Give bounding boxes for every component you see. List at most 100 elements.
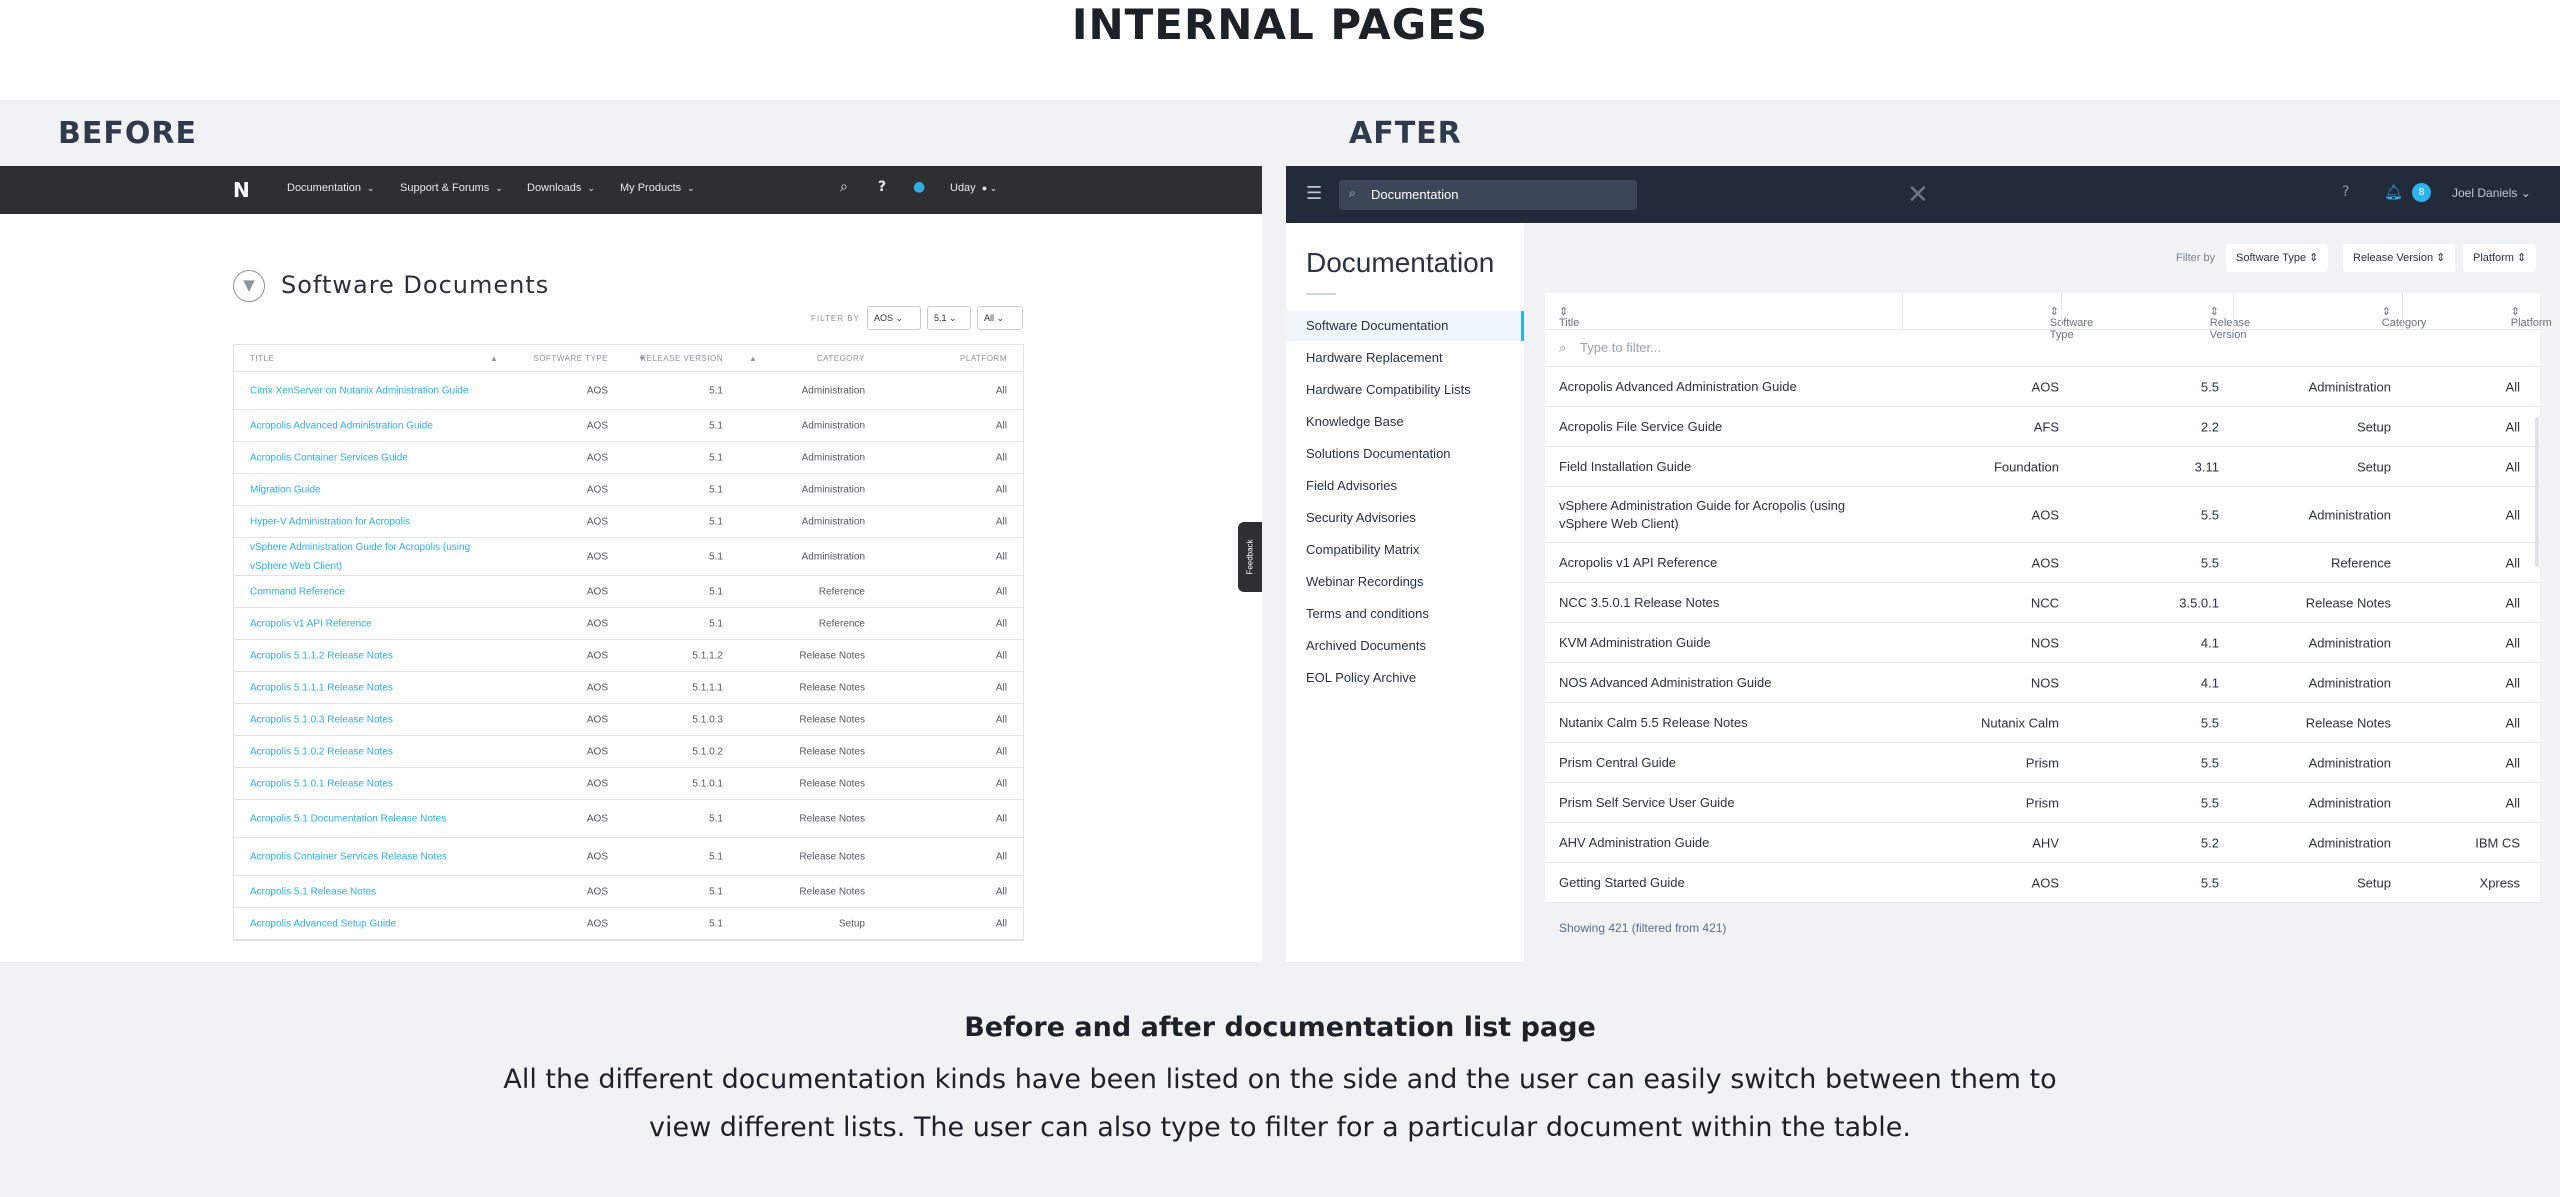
nutanix-x-logo[interactable]: ✕ [1907, 180, 1929, 210]
table-row[interactable]: Acropolis 5.1.0.1 Release Notes AOS 5.1.0.… [234, 768, 1023, 800]
table-row[interactable]: Acropolis 5.1.0.2 Release Notes AOS 5.1.0.… [234, 736, 1023, 768]
cell-title[interactable]: Nutanix Calm 5.5 Release Notes [1559, 714, 1849, 732]
table-row[interactable]: Acropolis File Service Guide AFS 2.2 Setup A… [1545, 407, 2540, 447]
cell-title[interactable]: Acropolis 5.1.1.2 Release Notes [250, 646, 480, 665]
cell-title[interactable]: Prism Self Service User Guide [1559, 794, 1849, 812]
table-row[interactable]: vSphere Administration Guide for Acropol… [234, 538, 1023, 576]
search-icon[interactable]: ⌕ [840, 179, 848, 195]
cell-title[interactable]: Command Reference [250, 582, 480, 601]
cell-title[interactable]: Field Installation Guide [1559, 458, 1849, 476]
cell-title[interactable]: Getting Started Guide [1559, 874, 1849, 892]
col-software-type[interactable]: Software Type ⇕ [2050, 305, 2093, 341]
sidebar-item-hardware-replacement[interactable]: Hardware Replacement [1286, 343, 1524, 373]
sidebar-item-compatibility-matrix[interactable]: Compatibility Matrix [1286, 535, 1524, 565]
cell-title[interactable]: Acropolis 5.1 Documentation Release Note… [250, 809, 480, 828]
col-title[interactable]: Title ⇕ [1559, 305, 1579, 329]
help-icon[interactable]: ? [878, 179, 886, 195]
cell-title[interactable]: Acropolis 5.1.0.2 Release Notes [250, 742, 480, 761]
nav-documentation[interactable]: Documentation ⌄ [287, 182, 375, 194]
table-row[interactable]: AHV Administration Guide AHV 5.2 Administra… [1545, 823, 2540, 863]
bell-icon[interactable]: 🔔︎ [2384, 183, 2403, 201]
filter-icon[interactable]: ▼ [233, 270, 265, 302]
release-version-select[interactable]: 5.1 ⌄ [927, 306, 971, 330]
global-search-input[interactable]: ⌕ Documentation [1339, 180, 1637, 210]
col-platform[interactable]: PLATFORM [960, 354, 1007, 363]
nav-support-forums[interactable]: Support & Forums ⌄ [400, 182, 503, 194]
cell-title[interactable]: Citrix XenServer on Nutanix Administrati… [250, 381, 480, 400]
table-row[interactable]: NOS Advanced Administration Guide NOS 4.1 A… [1545, 663, 2540, 703]
table-scrollbar[interactable] [2535, 417, 2539, 567]
sort-icon[interactable]: ▲ [490, 354, 498, 363]
cell-title[interactable]: Acropolis Advanced Setup Guide [250, 914, 480, 933]
table-row[interactable]: Acropolis Container Services Release Not… [234, 838, 1023, 876]
sidebar-item-knowledge-base[interactable]: Knowledge Base [1286, 407, 1524, 437]
table-row[interactable]: Acropolis Advanced Setup Guide AOS 5.1 Setu… [234, 908, 1023, 940]
sidebar-item-hardware-compatibility-lists[interactable]: Hardware Compatibility Lists [1286, 375, 1524, 405]
table-row[interactable]: Migration Guide AOS 5.1 Administration All [234, 474, 1023, 506]
sidebar-item-software-documentation[interactable]: Software Documentation [1286, 311, 1524, 341]
table-row[interactable]: Acropolis 5.1.1.2 Release Notes AOS 5.1.1.… [234, 640, 1023, 672]
nav-my-products[interactable]: My Products ⌄ [620, 182, 695, 194]
col-software-type[interactable]: SOFTWARE TYPE [533, 354, 608, 363]
table-row[interactable]: Acropolis 5.1.0.3 Release Notes AOS 5.1.0.… [234, 704, 1023, 736]
sidebar-item-archived-documents[interactable]: Archived Documents [1286, 631, 1524, 661]
table-row[interactable]: Acropolis 5.1.1.1 Release Notes AOS 5.1.1.… [234, 672, 1023, 704]
cell-title[interactable]: Acropolis 5.1.1.1 Release Notes [250, 678, 480, 697]
table-row[interactable]: Acropolis Advanced Administration Guide A… [234, 410, 1023, 442]
filter-release-version[interactable]: Release Version ⇕ [2343, 244, 2456, 272]
cell-title[interactable]: Acropolis 5.1.0.3 Release Notes [250, 710, 480, 729]
cell-title[interactable]: Acropolis Container Services Guide [250, 448, 480, 467]
table-row[interactable]: Acropolis 5.1 Release Notes AOS 5.1 Release… [234, 876, 1023, 908]
cell-title[interactable]: AHV Administration Guide [1559, 834, 1849, 852]
cell-title[interactable]: KVM Administration Guide [1559, 634, 1849, 652]
cell-title[interactable]: Acropolis Container Services Release Not… [250, 847, 480, 866]
table-row[interactable]: Citrix XenServer on Nutanix Administrati… [234, 372, 1023, 410]
table-filter-input[interactable]: ⌕ Type to filter... [1545, 330, 2540, 367]
help-icon[interactable]: ? [2342, 184, 2349, 200]
table-row[interactable]: Getting Started Guide AOS 5.5 Setup Xpress [1545, 863, 2540, 903]
platform-select[interactable]: All ⌄ [977, 306, 1023, 330]
cell-title[interactable]: Migration Guide [250, 480, 480, 499]
table-row[interactable]: Acropolis 5.1 Documentation Release Note… [234, 800, 1023, 838]
cell-title[interactable]: vSphere Administration Guide for Acropol… [250, 538, 480, 576]
table-row[interactable]: Nutanix Calm 5.5 Release Notes Nutanix Ca… [1545, 703, 2540, 743]
cell-title[interactable]: Acropolis Advanced Administration Guide [1559, 378, 1849, 396]
cell-title[interactable]: Acropolis 5.1.0.1 Release Notes [250, 774, 480, 793]
notification-badge[interactable]: 8 [2412, 183, 2431, 202]
cell-title[interactable]: Prism Central Guide [1559, 754, 1849, 772]
cell-title[interactable]: Acropolis File Service Guide [1559, 418, 1849, 436]
table-row[interactable]: Acropolis Container Services Guide AOS 5.1… [234, 442, 1023, 474]
cell-title[interactable]: Acropolis v1 API Reference [1559, 554, 1849, 572]
table-row[interactable]: vSphere Administration Guide for Acropol… [1545, 487, 2540, 543]
feedback-tab[interactable]: Feedback [1238, 522, 1262, 592]
table-row[interactable]: Acropolis v1 API Reference AOS 5.1 Referenc… [234, 608, 1023, 640]
sidebar-item-eol-policy-archive[interactable]: EOL Policy Archive [1286, 663, 1524, 693]
sidebar-item-solutions-documentation[interactable]: Solutions Documentation [1286, 439, 1524, 469]
table-row[interactable]: Prism Self Service User Guide Prism 5.5 Adm… [1545, 783, 2540, 823]
col-platform[interactable]: Platform ⇕ [2511, 305, 2552, 329]
col-category[interactable]: Category ⇕ [2382, 305, 2427, 329]
sidebar-item-field-advisories[interactable]: Field Advisories [1286, 471, 1524, 501]
table-row[interactable]: Acropolis v1 API Reference AOS 5.5 Referenc… [1545, 543, 2540, 583]
nav-downloads[interactable]: Downloads ⌄ [527, 182, 595, 194]
user-menu[interactable]: Joel Daniels ⌄ [2452, 186, 2531, 200]
table-row[interactable]: Prism Central Guide Prism 5.5 Administratio… [1545, 743, 2540, 783]
table-row[interactable]: NCC 3.5.0.1 Release Notes NCC 3.5.0.1 Relea… [1545, 583, 2540, 623]
cell-title[interactable]: Acropolis 5.1 Release Notes [250, 882, 480, 901]
sidebar-item-terms-and-conditions[interactable]: Terms and conditions [1286, 599, 1524, 629]
cell-title[interactable]: NCC 3.5.0.1 Release Notes [1559, 594, 1849, 612]
cell-title[interactable]: NOS Advanced Administration Guide [1559, 674, 1849, 692]
notification-icon[interactable]: ● [913, 179, 925, 195]
filter-platform[interactable]: Platform ⇕ [2463, 244, 2537, 272]
table-row[interactable]: Field Installation Guide Foundation 3.11 Se… [1545, 447, 2540, 487]
sidebar-item-security-advisories[interactable]: Security Advisories [1286, 503, 1524, 533]
software-type-select[interactable]: AOS ⌄ [867, 306, 921, 330]
cell-title[interactable]: Acropolis v1 API Reference [250, 614, 480, 633]
col-title[interactable]: TITLE [250, 354, 274, 363]
hamburger-menu-icon[interactable]: ☰ [1306, 183, 1322, 204]
user-menu[interactable]: Uday ● ⌄ [950, 182, 997, 194]
table-row[interactable]: Acropolis Advanced Administration Guide A… [1545, 367, 2540, 407]
cell-title[interactable]: Acropolis Advanced Administration Guide [250, 416, 480, 435]
filter-software-type[interactable]: Software Type ⇕ [2226, 244, 2329, 272]
table-row[interactable]: Command Reference AOS 5.1 Reference All [234, 576, 1023, 608]
